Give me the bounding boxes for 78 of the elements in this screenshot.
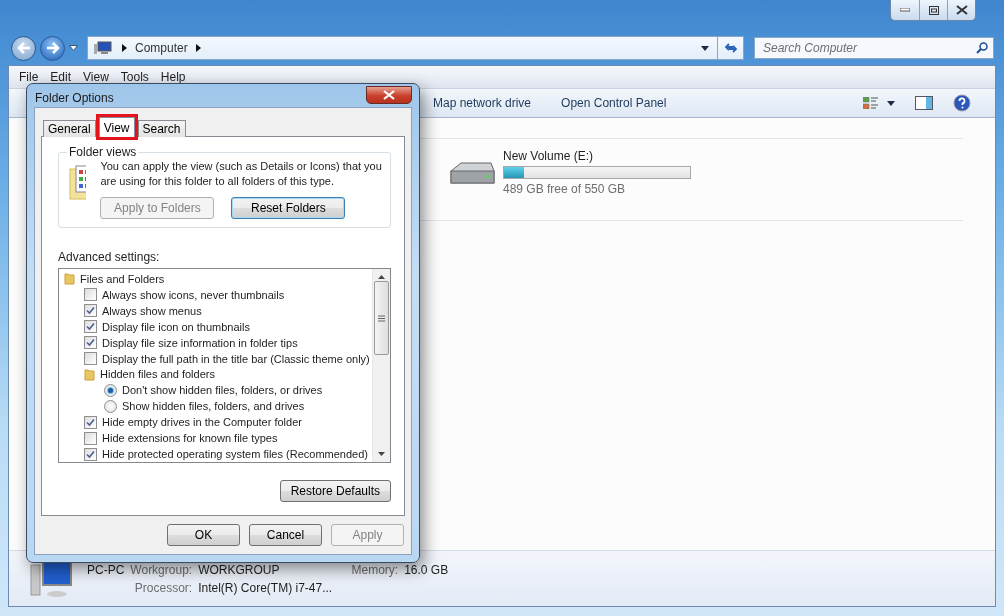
checkbox[interactable] xyxy=(84,288,97,302)
close-icon xyxy=(955,5,968,15)
minimize-icon xyxy=(900,8,910,12)
back-button[interactable] xyxy=(11,35,36,61)
free-space-text: 489 GB free of 550 GB xyxy=(503,182,627,196)
setting-label: Hide protected operating system files (Recommended) xyxy=(102,448,368,461)
setting-label: Display the full path in the title bar (Classic theme only) xyxy=(102,352,370,365)
drive-name[interactable]: New Volume (E:) xyxy=(503,149,691,163)
folder-view-button[interactable]: Reset Folders xyxy=(231,197,346,219)
left-arrow-icon xyxy=(16,42,31,54)
tab[interactable]: View xyxy=(98,117,135,137)
field-label: Memory: xyxy=(351,562,399,577)
dropdown-caret-icon[interactable] xyxy=(69,45,78,51)
right-arrow-icon xyxy=(45,42,60,54)
breadcrumb[interactable]: Computer xyxy=(135,41,188,55)
field-label: Processor: xyxy=(133,580,193,595)
setting-label: Display file size information in folder tips xyxy=(102,336,298,349)
dialog-title: Folder Options xyxy=(35,90,114,105)
menu-item[interactable]: File xyxy=(13,70,45,84)
setting-label: Show hidden files, folders, and drives xyxy=(122,400,305,413)
chevron-icon xyxy=(122,44,127,52)
field-value: 16.0 GB xyxy=(404,562,449,577)
menu-item[interactable]: Tools xyxy=(114,70,155,84)
setting-label: Don't show hidden files, folders, or drives xyxy=(122,384,323,397)
setting-label: Files and Folders xyxy=(80,272,165,285)
scroll-down-icon[interactable] xyxy=(378,452,385,456)
dialog-button[interactable]: Cancel xyxy=(249,524,322,546)
tab[interactable]: General xyxy=(43,120,96,137)
restore-defaults-button[interactable]: Restore Defaults xyxy=(279,480,391,502)
menu-item[interactable]: Edit xyxy=(44,70,78,84)
forward-button[interactable] xyxy=(40,35,65,61)
dropdown-caret-icon[interactable] xyxy=(701,45,709,51)
description-text: You can apply the view (such as Details or Icons) that you are using for this folder to all folders of this type. xyxy=(100,159,382,189)
dialog-button[interactable]: OK xyxy=(167,524,240,546)
checkbox[interactable] xyxy=(84,415,97,429)
checkbox[interactable] xyxy=(84,431,97,445)
setting-label: Display file icon on thumbnails xyxy=(102,320,250,333)
close-icon xyxy=(383,89,395,100)
tab[interactable]: Search xyxy=(137,120,186,137)
field-label: Workgroup: xyxy=(130,562,193,577)
folder-icon xyxy=(84,368,95,381)
view-options-icon[interactable] xyxy=(863,97,895,109)
checkbox[interactable] xyxy=(84,320,97,334)
grip-icon xyxy=(378,314,385,322)
computer-icon xyxy=(94,41,112,55)
help-icon[interactable] xyxy=(953,94,971,112)
computer-name: PC-PC xyxy=(87,562,125,577)
checkbox[interactable] xyxy=(84,447,97,461)
folder-icon xyxy=(64,272,75,286)
menu-item[interactable]: View xyxy=(77,70,115,84)
field-value: Intel(R) Core(TM) i7-47... xyxy=(198,580,334,595)
folder-view-icon xyxy=(69,165,87,201)
checkbox[interactable] xyxy=(84,352,97,366)
close-button[interactable] xyxy=(366,85,412,104)
checkbox[interactable] xyxy=(84,304,97,318)
section-label: Advanced settings: xyxy=(58,250,161,264)
checkbox[interactable] xyxy=(84,336,97,350)
setting-label: Always show icons, never thumbnails xyxy=(102,288,285,301)
restore-icon xyxy=(928,5,939,15)
setting-label: Hide empty drives in the Computer folder xyxy=(102,416,302,429)
search-field[interactable]: Search Computer xyxy=(754,37,994,59)
address-bar[interactable]: Computer xyxy=(87,36,744,60)
radio-button[interactable] xyxy=(104,383,117,397)
scroll-up-icon[interactable] xyxy=(378,275,385,279)
menu-item[interactable]: Help xyxy=(154,70,192,84)
search-icon[interactable] xyxy=(976,42,988,54)
group-title: Folder views xyxy=(68,145,138,159)
scrollbar[interactable] xyxy=(372,269,390,462)
toolbar-button[interactable]: Open Control Panel xyxy=(561,96,667,110)
refresh-icon xyxy=(723,42,738,54)
preview-pane-icon[interactable] xyxy=(915,96,933,110)
chevron-icon xyxy=(195,44,201,52)
radio-button[interactable] xyxy=(104,399,117,413)
field-value: WORKGROUP xyxy=(198,562,280,577)
setting-label: Hide extensions for known file types xyxy=(102,432,278,445)
toolbar-button[interactable]: Map network drive xyxy=(433,96,532,110)
setting-label: Always show menus xyxy=(102,304,202,317)
setting-label: Hidden files and folders xyxy=(100,368,215,381)
